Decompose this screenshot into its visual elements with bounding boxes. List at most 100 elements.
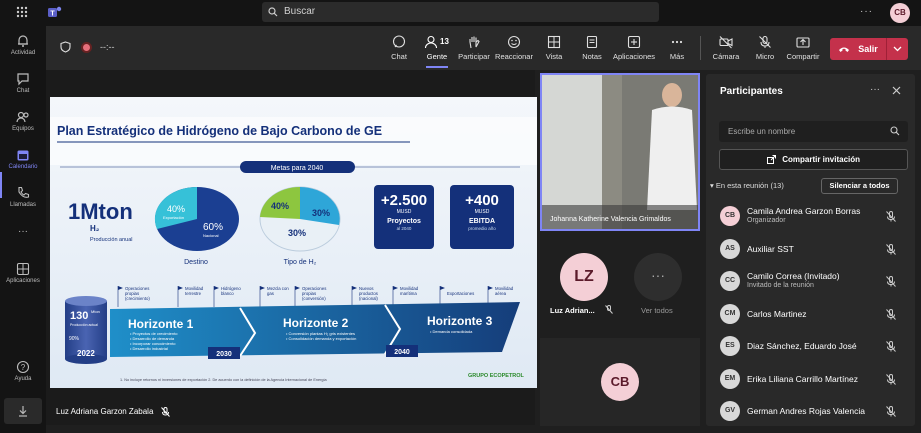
leave-label: Salir <box>858 44 878 54</box>
video-tile-johanna[interactable]: Johanna Katherine Valencia Grimaldos <box>540 73 700 231</box>
pie1-export-value: 40% <box>167 204 185 214</box>
more-icon <box>671 40 683 44</box>
participant-name: Camila Andrea Garzon Borras <box>747 206 861 216</box>
raise-hand-button[interactable]: Participar <box>452 35 496 61</box>
apps-label: Aplicaciones <box>612 52 656 61</box>
user-avatar[interactable]: CB <box>890 3 910 23</box>
notes-button[interactable]: Notas <box>570 35 614 61</box>
leave-button[interactable]: Salir <box>830 38 908 60</box>
panel-more-icon[interactable]: ··· <box>870 84 880 95</box>
participant-row[interactable]: CB Camila Andrea Garzon Borras Organizador <box>720 202 910 232</box>
flag-label: gas <box>267 291 274 296</box>
share-icon <box>796 37 810 48</box>
more-button[interactable]: Más <box>655 35 699 61</box>
mic-off-icon[interactable] <box>886 406 896 417</box>
horizon-item: • Consolidación demanda y exportación <box>286 336 356 341</box>
rail-item-more[interactable]: ··· <box>0 226 46 237</box>
mic-off-icon[interactable] <box>886 373 896 385</box>
rail-item-ayuda[interactable]: ? Ayuda <box>0 360 46 382</box>
participant-name: Carlos Martinez <box>747 308 807 319</box>
app-grid-icon[interactable] <box>16 6 28 18</box>
apps-button[interactable]: Aplicaciones <box>612 35 656 61</box>
participant-row[interactable]: EM Erika Liliana Carrillo Martínez <box>720 365 910 395</box>
participant-avatar: CC <box>720 271 740 291</box>
participant-name: Diaz Sánchez, Eduardo José <box>747 341 857 351</box>
mic-off-icon[interactable] <box>886 276 896 287</box>
mic-off-icon[interactable] <box>886 211 896 222</box>
section-in-meeting[interactable]: ▾ En esta reunión (13) <box>710 181 784 190</box>
search-input[interactable]: Buscar <box>262 2 659 22</box>
help-icon: ? <box>16 360 30 374</box>
title-bar: T Buscar ··· CB <box>0 0 921 26</box>
stack-pct: 90% <box>69 336 80 342</box>
share-invite-button[interactable]: Compartir invitación <box>719 149 908 170</box>
participant-row[interactable]: CC Camilo Correa (Invitado) Invitado de la… <box>720 267 910 297</box>
participant-search-placeholder: Escribe un nombre <box>728 127 796 136</box>
chat-label: Chat <box>391 52 407 61</box>
video-person-body <box>647 106 697 210</box>
more-options-icon[interactable]: ··· <box>860 6 873 17</box>
horizon-3-items: • Demanda consolidada <box>430 329 473 334</box>
hangup-icon <box>839 47 849 52</box>
mic-off-icon[interactable] <box>886 341 896 352</box>
mic-off-icon[interactable] <box>886 308 896 320</box>
production-h2: H₂ <box>90 224 100 233</box>
participant-name: German Andres Rojas Valencia <box>747 406 865 416</box>
participant-avatar: ES <box>720 336 740 356</box>
participant-avatar: CB <box>720 206 740 226</box>
participant-search-input[interactable]: Escribe un nombre <box>719 121 908 142</box>
rail-item-aplicaciones[interactable]: Aplicaciones <box>0 262 46 284</box>
avatar-lz[interactable]: LZ <box>560 253 608 301</box>
view-label: Vista <box>545 52 563 61</box>
flag-label: (nacional) <box>359 296 378 301</box>
rail-label: Actividad <box>10 50 36 56</box>
pie2-white-value: 30% <box>288 228 306 238</box>
participant-row[interactable]: AS Auxiliar SST <box>720 235 910 265</box>
rail-item-chat[interactable]: Chat <box>0 72 46 94</box>
video-person-head <box>662 83 682 107</box>
projects-sub: al 2040 <box>397 226 412 231</box>
stack-sub: Producción actual <box>70 323 98 327</box>
projects-unit: MUSD <box>397 209 412 215</box>
flag-label: terrestre <box>185 291 202 296</box>
close-icon[interactable] <box>892 86 901 95</box>
camera-button[interactable]: Cámara <box>704 35 748 61</box>
rail-item-actividad[interactable]: Actividad <box>0 34 46 56</box>
rail-item-equipos[interactable]: Equipos <box>0 110 46 132</box>
add-app-icon <box>627 35 641 49</box>
more-label: Más <box>669 52 685 61</box>
app-rail: Actividad Chat Equipos Calendario Llamad… <box>0 26 46 433</box>
react-button[interactable]: Reaccionar <box>492 35 536 61</box>
raise-hand-label: Participar <box>458 52 490 61</box>
mute-all-button[interactable]: Silenciar a todos <box>821 178 898 194</box>
presenter-bar: Luz Adriana Garzon Zabala <box>46 400 535 425</box>
teams-logo-icon: T <box>48 6 62 18</box>
pie2-caption: Tipo de H₂ <box>284 259 317 266</box>
participant-row[interactable]: ES Diaz Sánchez, Eduardo José <box>720 332 910 362</box>
share-label: Compartir <box>786 52 820 61</box>
goals-label: Metas para 2040 <box>271 165 324 172</box>
participant-row[interactable]: GV German Andres Rojas Valencia <box>720 397 910 427</box>
ebitda-label: EBITDA <box>469 218 495 225</box>
meeting-timer: --:-- <box>100 42 115 52</box>
hand-icon <box>469 36 480 49</box>
shield-icon[interactable] <box>60 41 71 53</box>
participants-panel: Participantes ··· Escribe un nombre Comp… <box>706 74 915 426</box>
rail-item-llamadas[interactable]: Llamadas <box>0 186 46 208</box>
svg-text:T: T <box>50 11 55 18</box>
participant-row[interactable]: CM Carlos Martinez <box>720 300 910 330</box>
chevron-down-icon[interactable] <box>893 46 902 52</box>
download-button[interactable] <box>4 398 42 424</box>
mic-off-icon[interactable] <box>886 243 896 255</box>
rail-item-calendario[interactable]: Calendario <box>0 148 46 170</box>
share-button[interactable]: Compartir <box>781 35 825 61</box>
meeting-toolbar: --:-- Chat Gente 13 Participar Reacciona… <box>46 26 921 70</box>
flag-label: aérea <box>495 291 507 296</box>
share-link-icon <box>766 155 776 165</box>
smiley-icon <box>507 35 521 49</box>
projects-value: +2.500 <box>381 192 427 209</box>
people-label: Gente <box>426 52 448 61</box>
recording-indicator-icon <box>81 42 92 53</box>
see-all-button[interactable]: ··· <box>634 253 682 301</box>
horizon-item: • Desarrollo industrial <box>130 346 168 351</box>
